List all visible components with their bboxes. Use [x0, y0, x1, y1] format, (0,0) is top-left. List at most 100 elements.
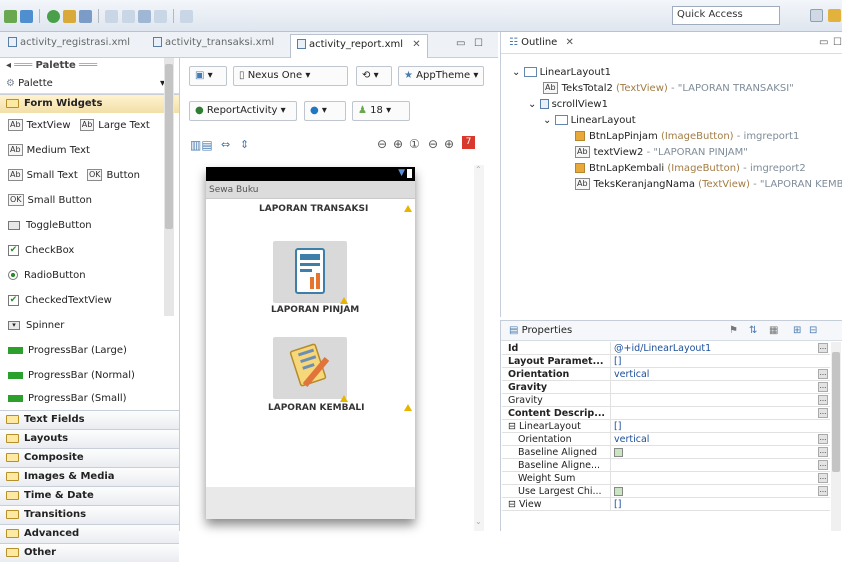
edit-value-button[interactable]: ...: [818, 486, 828, 496]
next-annotation-icon[interactable]: [105, 9, 119, 23]
tab-activity-registrasi[interactable]: activity_registrasi.xml: [8, 37, 130, 48]
prop-row-use-largest-child[interactable]: Use Largest Chi... ...: [502, 485, 830, 498]
outline-node-linearlayout[interactable]: ⌄ LinearLayout: [543, 114, 636, 128]
edit-value-button[interactable]: ...: [818, 395, 828, 405]
palette-item-togglebutton[interactable]: ToggleButton: [0, 213, 179, 238]
palette-item-checkedtextview[interactable]: ✔ CheckedTextView: [0, 288, 179, 313]
prop-row-gravity-bold[interactable]: Gravity ...: [502, 381, 830, 394]
run-icon[interactable]: [46, 9, 60, 23]
properties-scroll-thumb[interactable]: [832, 352, 840, 472]
outline-node-textview2[interactable]: Ab textView2 - "LAPORAN PINJAM": [575, 146, 748, 160]
category-advanced[interactable]: Advanced: [0, 524, 179, 543]
prop-row-linearlayout[interactable]: ⊟ LinearLayout []: [502, 420, 830, 433]
prop-row-view[interactable]: ⊟ View []: [502, 498, 830, 511]
maximize-icon[interactable]: ☐: [833, 32, 842, 54]
collapse-all-icon[interactable]: ⊟: [809, 321, 817, 341]
label-laporan-pinjam[interactable]: LAPORAN PINJAM: [271, 305, 359, 315]
prop-row-baseline-aligned-child[interactable]: Baseline Aligne... ...: [502, 459, 830, 472]
close-tab-icon[interactable]: ✕: [412, 39, 420, 50]
prop-row-baseline-aligned[interactable]: Baseline Aligned ...: [502, 446, 830, 459]
toggle-fill-width-icon[interactable]: ⇔: [221, 138, 230, 151]
show-advanced-icon[interactable]: ⚑: [729, 321, 738, 341]
expand-all-icon[interactable]: ⊞: [793, 321, 801, 341]
prev-annotation-icon[interactable]: [121, 9, 135, 23]
pin-editor-icon[interactable]: [180, 9, 194, 23]
new-project-icon[interactable]: [4, 9, 17, 23]
expand-chevron-icon[interactable]: ⌄: [543, 115, 551, 126]
locale-dropdown[interactable]: ● ▾: [304, 101, 346, 121]
category-transitions[interactable]: Transitions: [0, 505, 179, 524]
palette-item-radiobutton[interactable]: RadioButton: [0, 263, 179, 288]
expand-chevron-icon[interactable]: ⌄: [512, 67, 520, 78]
quick-access-input[interactable]: Quick Access: [672, 6, 780, 25]
toggle-fill-height-icon[interactable]: ⇕: [240, 138, 249, 151]
palette-item-spinner[interactable]: ▾ Spinner: [0, 313, 179, 338]
close-outline-icon[interactable]: ✕: [566, 37, 574, 48]
maximize-icon[interactable]: ☐: [474, 38, 483, 49]
palette-item-progressbar-large[interactable]: ProgressBar (Large): [0, 338, 179, 363]
prop-row-id[interactable]: Id @+id/LinearLayout1 ...: [502, 342, 830, 355]
tab-activity-transaksi[interactable]: activity_transaksi.xml: [153, 37, 274, 48]
category-time-date[interactable]: Time & Date: [0, 486, 179, 505]
collapse-icon[interactable]: ⊟: [508, 499, 516, 510]
canvas-vertical-scrollbar[interactable]: ⌃ ⌄: [474, 165, 484, 531]
zoom-100-icon[interactable]: ①: [409, 137, 420, 151]
tools-icon[interactable]: [78, 9, 92, 23]
open-perspective-icon[interactable]: [810, 9, 823, 22]
scroll-up-icon[interactable]: ⌃: [475, 165, 482, 174]
edit-value-button[interactable]: ...: [818, 408, 828, 418]
checkbox-green-icon[interactable]: [614, 487, 623, 496]
palette-item-small-button[interactable]: OK Small Button: [0, 188, 179, 213]
heading-laporan-transaksi[interactable]: LAPORAN TRANSAKSI: [259, 204, 368, 214]
outline-node-tekskeranjangnama[interactable]: Ab TeksKeranjangNama (TextView) - "LAPORA…: [575, 178, 842, 192]
tab-activity-report[interactable]: activity_report.xml ✕: [290, 34, 428, 58]
palette-item-progressbar-small[interactable]: ProgressBar (Small): [0, 388, 179, 410]
palette-item-small-text[interactable]: Ab Small Text OK Button: [0, 163, 179, 188]
prop-row-weight-sum[interactable]: Weight Sum ...: [502, 472, 830, 485]
outline-node-btnlappinjam[interactable]: BtnLapPinjam (ImageButton) - imgreport1: [575, 130, 799, 144]
outline-node-btnlapkembali[interactable]: BtnLapKembali (ImageButton) - imgreport2: [575, 162, 806, 176]
category-images-media[interactable]: Images & Media: [0, 467, 179, 486]
category-composite[interactable]: Composite: [0, 448, 179, 467]
category-text-fields[interactable]: Text Fields: [0, 410, 179, 429]
scroll-down-icon[interactable]: ⌄: [475, 517, 482, 526]
collapse-palette-icon[interactable]: ◂: [6, 60, 11, 71]
zoom-out-icon[interactable]: ⊖: [428, 137, 438, 151]
btn-lap-kembali[interactable]: [273, 337, 347, 399]
palette-item-progressbar-normal[interactable]: ProgressBar (Normal): [0, 363, 179, 388]
prop-row-gravity[interactable]: Gravity ...: [502, 394, 830, 407]
forward-icon[interactable]: [153, 9, 167, 23]
android-sdk-icon[interactable]: [20, 9, 34, 23]
zoom-real-size-icon[interactable]: ⊖: [377, 137, 387, 151]
back-icon[interactable]: [137, 9, 151, 23]
edit-value-button[interactable]: ...: [818, 369, 828, 379]
expand-chevron-icon[interactable]: ⌄: [528, 99, 536, 110]
palette-item-checkbox[interactable]: ✔ CheckBox: [0, 238, 179, 263]
category-other[interactable]: Other: [0, 543, 179, 562]
palette-scroll-thumb[interactable]: [165, 64, 173, 229]
show-categories-icon[interactable]: ▦: [769, 321, 778, 341]
edit-value-button[interactable]: ...: [818, 460, 828, 470]
api-level-dropdown[interactable]: ♟ 18 ▾: [352, 101, 410, 121]
category-layouts[interactable]: Layouts: [0, 429, 179, 448]
prop-row-layout-parameters[interactable]: Layout Paramet... []: [502, 355, 830, 368]
lint-warnings-icon[interactable]: 7: [462, 136, 475, 149]
palette-item-medium-text[interactable]: Ab Medium Text: [0, 138, 179, 163]
outline-node-linearlayout1[interactable]: ⌄ LinearLayout1: [512, 66, 611, 80]
category-form-widgets[interactable]: Form Widgets: [0, 94, 179, 113]
edit-value-button[interactable]: ...: [818, 343, 828, 353]
label-laporan-kembali[interactable]: LAPORAN KEMBALI: [268, 403, 365, 413]
theme-dropdown[interactable]: ★ AppTheme ▾: [398, 66, 484, 86]
zoom-fit-icon[interactable]: ⊕: [393, 137, 403, 151]
prop-row-content-description[interactable]: Content Descrip... ...: [502, 407, 830, 420]
sort-alpha-icon[interactable]: ⇅: [749, 321, 757, 341]
edit-value-button[interactable]: ...: [818, 473, 828, 483]
activity-dropdown[interactable]: ● ReportActivity ▾: [189, 101, 297, 121]
java-perspective-icon[interactable]: [828, 9, 841, 22]
minimize-icon[interactable]: ▭: [819, 32, 828, 54]
collapse-icon[interactable]: ⊟: [508, 421, 516, 432]
config-chooser-button[interactable]: ▣ ▾: [189, 66, 227, 86]
palette-dropdown[interactable]: ⚙ Palette ▾: [0, 74, 179, 94]
outline-node-tekstotal2[interactable]: Ab TeksTotal2 (TextView) - "LAPORAN TRANS…: [543, 82, 794, 96]
outline-node-scrollview1[interactable]: ⌄ scrollView1: [528, 98, 608, 112]
